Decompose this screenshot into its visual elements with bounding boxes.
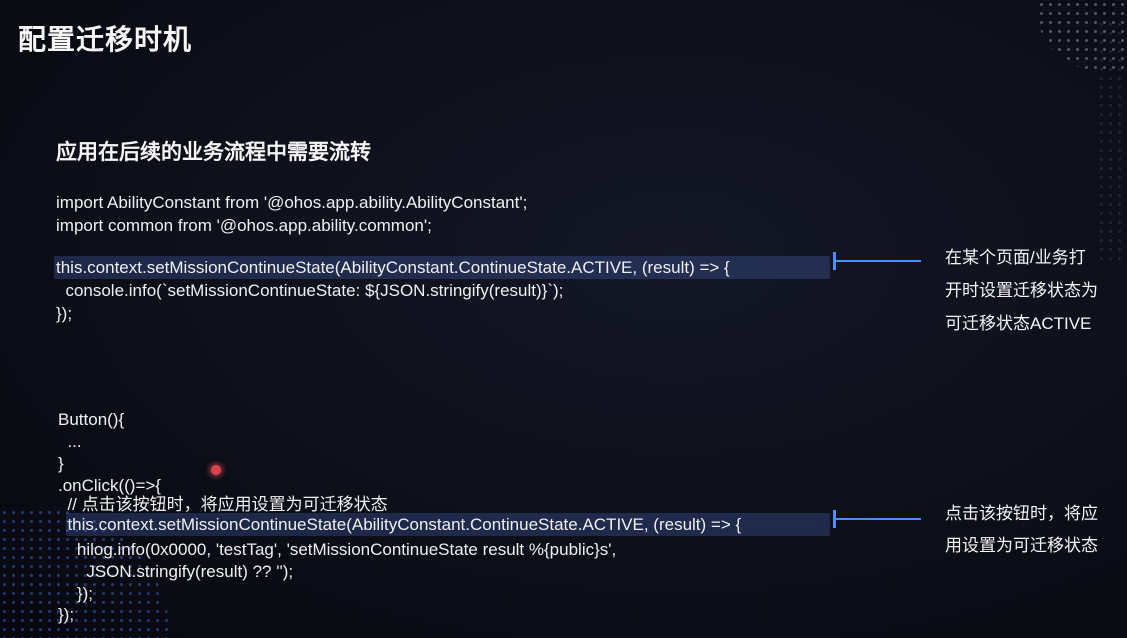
code-line: });: [58, 605, 75, 624]
code-line: });: [58, 584, 93, 603]
annotation-line: 在某个页面/业务打: [945, 248, 1086, 267]
annotation-line: 开时设置迁移状态为: [945, 281, 1098, 300]
code-line: this.context.setMissionContinueState(Abi…: [56, 258, 730, 277]
annotation-line: 点击该按钮时，将应: [945, 504, 1098, 523]
code-comment: // 点击该按钮时，将应用设置为可迁移状态: [58, 495, 388, 514]
callout-connector-line: [835, 518, 921, 520]
callout-connector-line: [835, 260, 921, 262]
code-line: console.info(`setMissionContinueState: $…: [56, 281, 564, 300]
annotation-line: 可迁移状态ACTIVE: [945, 314, 1092, 333]
code-line: import AbilityConstant from '@ohos.app.a…: [56, 193, 528, 212]
slide-subtitle: 应用在后续的业务流程中需要流转: [56, 141, 371, 164]
code-line: this.context.setMissionContinueState(Abi…: [58, 515, 742, 534]
code-line: JSON.stringify(result) ?? '');: [58, 562, 294, 581]
decorative-dot-pattern: [1097, 20, 1127, 260]
presentation-slide: 配置迁移时机 应用在后续的业务流程中需要流转 import AbilityCon…: [0, 0, 1127, 638]
code-line: });: [56, 304, 73, 323]
code-line: Button(){: [58, 410, 125, 429]
slide-title: 配置迁移时机: [18, 24, 193, 55]
annotation-line: 用设置为可迁移状态: [945, 536, 1098, 555]
laser-pointer-dot: [211, 465, 221, 475]
code-line: import common from '@ohos.app.ability.co…: [56, 216, 432, 235]
code-line: }: [58, 454, 64, 473]
code-line: hilog.info(0x0000, 'testTag', 'setMissio…: [58, 540, 617, 559]
code-line: ...: [58, 432, 82, 451]
